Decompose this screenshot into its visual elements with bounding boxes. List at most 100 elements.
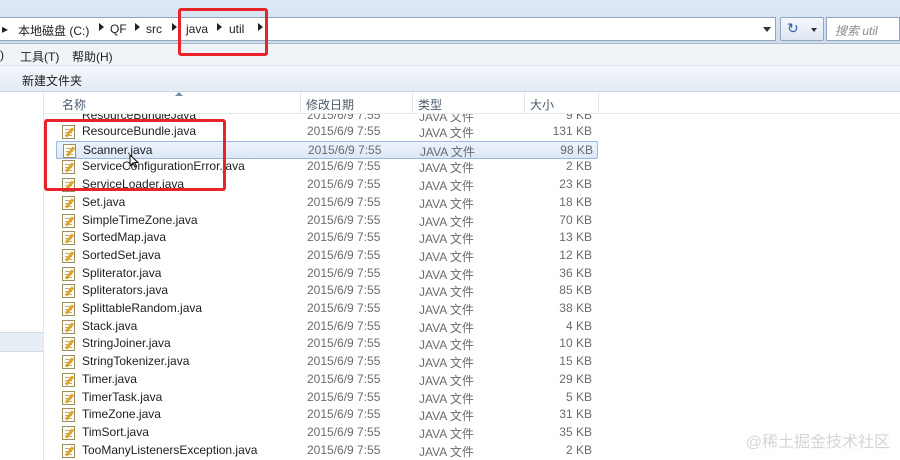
chevron-down-icon[interactable] <box>811 28 817 32</box>
refresh-button[interactable]: ↻ <box>780 17 824 41</box>
file-name[interactable]: StringJoiner.java <box>82 336 171 350</box>
file-row[interactable]: TooManyListenersException.java 2015/6/9 7… <box>56 442 598 460</box>
file-row[interactable]: SplittableRandom.java 2015/6/9 7:55 JAVA 文… <box>56 300 598 318</box>
chevron-right-icon[interactable] <box>172 23 177 31</box>
file-row[interactable]: StringJoiner.java 2015/6/9 7:55 JAVA 文件 10 … <box>56 335 598 353</box>
file-row[interactable]: Timer.java 2015/6/9 7:55 JAVA 文件 29 KB <box>56 371 598 389</box>
file-type: JAVA 文件 <box>419 232 474 247</box>
file-name[interactable]: SortedMap.java <box>82 230 166 244</box>
address-strip: ▸ 本地磁盘 (C:) QF src java util ↻ 搜索 util <box>0 0 900 44</box>
file-row[interactable]: SortedMap.java 2015/6/9 7:55 JAVA 文件 13 KB <box>56 229 598 247</box>
file-row[interactable]: TimerTask.java 2015/6/9 7:55 JAVA 文件 5 KB <box>56 389 598 407</box>
column-header-row: 名称 修改日期 类型 大小 <box>44 92 900 114</box>
menu-item-view-partial[interactable]: ) <box>0 48 4 62</box>
breadcrumb-local-disk[interactable]: 本地磁盘 (C:) <box>18 22 89 39</box>
file-modified-date: 2015/6/9 7:55 <box>307 283 381 298</box>
navigation-selected-item[interactable] <box>0 332 43 352</box>
address-history-dropdown-icon[interactable] <box>763 27 771 32</box>
breadcrumb-qf[interactable]: QF <box>110 22 127 36</box>
file-name[interactable]: Timer.java <box>82 372 137 386</box>
chevron-right-icon[interactable] <box>99 23 104 31</box>
column-header-size[interactable]: 大小 <box>530 96 554 113</box>
file-size: 10 KB <box>559 336 592 351</box>
menu-item-tools[interactable]: 工具(T) <box>20 48 59 65</box>
file-name[interactable]: Spliterators.java <box>82 283 168 297</box>
file-modified-date: 2015/6/9 7:55 <box>307 424 381 439</box>
refresh-icon: ↻ <box>787 20 799 36</box>
column-divider[interactable] <box>300 92 301 114</box>
file-size: 38 KB <box>559 301 592 315</box>
file-modified-date: 2015/6/9 7:55 <box>307 301 381 315</box>
column-header-name[interactable]: 名称 <box>62 96 86 113</box>
file-modified-date: 2015/6/9 7:55 <box>308 142 382 157</box>
command-toolbar: 新建文件夹 <box>0 66 900 92</box>
file-row[interactable]: SimpleTimeZone.java 2015/6/9 7:55 JAVA 文件 7… <box>56 212 598 230</box>
file-row[interactable]: Set.java 2015/6/9 7:55 JAVA 文件 18 KB <box>56 194 598 212</box>
java-file-icon <box>62 302 75 316</box>
java-file-icon <box>62 319 75 334</box>
java-file-icon <box>62 213 75 228</box>
java-file-icon <box>62 248 75 263</box>
file-name[interactable]: SplittableRandom.java <box>82 301 202 315</box>
file-size: 13 KB <box>559 230 592 245</box>
watermark-text: @稀土掘金技术社区 <box>745 434 890 451</box>
file-size: 85 KB <box>559 283 592 298</box>
java-file-icon <box>62 231 75 246</box>
file-modified-date: 2015/6/9 7:55 <box>307 194 381 209</box>
file-size: 36 KB <box>559 265 592 280</box>
file-name[interactable]: Spliterator.java <box>82 266 161 280</box>
file-row[interactable]: SortedSet.java 2015/6/9 7:55 JAVA 文件 12 KB <box>56 247 598 265</box>
file-modified-date: 2015/6/9 7:55 <box>307 442 381 457</box>
file-row[interactable]: TimSort.java 2015/6/9 7:55 JAVA 文件 35 KB <box>56 424 598 442</box>
file-size: 98 KB <box>560 142 593 157</box>
file-modified-date: 2015/6/9 7:55 <box>307 247 381 262</box>
file-type: JAVA 文件 <box>419 338 474 353</box>
search-input[interactable]: 搜索 util <box>826 17 900 41</box>
file-row[interactable]: Stack.java 2015/6/9 7:55 JAVA 文件 4 KB <box>56 318 598 336</box>
menu-bar: ) 工具(T) 帮助(H) <box>0 44 900 66</box>
file-row[interactable]: StringTokenizer.java 2015/6/9 7:55 JAVA 文件… <box>56 353 598 371</box>
breadcrumb-src[interactable]: src <box>146 22 162 36</box>
navigation-pane[interactable] <box>0 92 44 460</box>
file-name[interactable]: SimpleTimeZone.java <box>82 213 198 227</box>
column-header-date[interactable]: 修改日期 <box>306 96 354 113</box>
file-type: JAVA 文件 <box>419 249 474 264</box>
file-type: JAVA 文件 <box>419 356 474 371</box>
file-name[interactable]: TimeZone.java <box>82 407 161 421</box>
java-file-icon <box>62 408 75 423</box>
chevron-right-icon[interactable] <box>135 23 140 31</box>
file-modified-date: 2015/6/9 7:55 <box>307 389 381 404</box>
file-size: 29 KB <box>559 371 592 386</box>
file-name[interactable]: SortedSet.java <box>82 248 161 262</box>
file-size: 18 KB <box>559 194 592 209</box>
file-name[interactable]: StringTokenizer.java <box>82 354 189 368</box>
file-modified-date: 2015/6/9 7:55 <box>307 230 381 245</box>
java-file-icon <box>62 337 75 352</box>
file-name[interactable]: TimerTask.java <box>82 390 162 404</box>
file-size: 2 KB <box>565 442 592 457</box>
column-divider[interactable] <box>598 92 599 114</box>
file-row[interactable]: Spliterators.java 2015/6/9 7:55 JAVA 文件 85 … <box>56 282 598 300</box>
annotation-box-path <box>178 8 268 56</box>
file-type: JAVA 文件 <box>420 144 475 159</box>
file-name[interactable]: TimSort.java <box>82 425 149 439</box>
file-name[interactable]: Stack.java <box>82 319 137 333</box>
menu-item-help[interactable]: 帮助(H) <box>72 48 113 65</box>
file-size: 5 KB <box>565 389 592 404</box>
file-modified-date: 2015/6/9 7:55 <box>307 336 381 351</box>
file-type: JAVA 文件 <box>419 161 474 176</box>
file-row[interactable]: Spliterator.java 2015/6/9 7:55 JAVA 文件 36 K… <box>56 265 598 283</box>
file-name[interactable]: Set.java <box>82 195 125 209</box>
file-name[interactable]: TooManyListenersException.java <box>82 443 257 457</box>
column-header-type[interactable]: 类型 <box>418 96 442 113</box>
sort-up-icon <box>175 92 183 96</box>
file-size: 12 KB <box>559 247 592 262</box>
column-divider[interactable] <box>412 92 413 114</box>
java-file-icon <box>62 372 75 387</box>
address-bar[interactable]: ▸ 本地磁盘 (C:) QF src java util <box>0 17 776 41</box>
column-divider[interactable] <box>524 92 525 114</box>
breadcrumb-overflow-icon[interactable]: ▸ <box>2 22 8 36</box>
file-row[interactable]: TimeZone.java 2015/6/9 7:55 JAVA 文件 31 KB <box>56 406 598 424</box>
file-type: JAVA 文件 <box>419 409 474 424</box>
new-folder-button[interactable]: 新建文件夹 <box>22 72 82 89</box>
